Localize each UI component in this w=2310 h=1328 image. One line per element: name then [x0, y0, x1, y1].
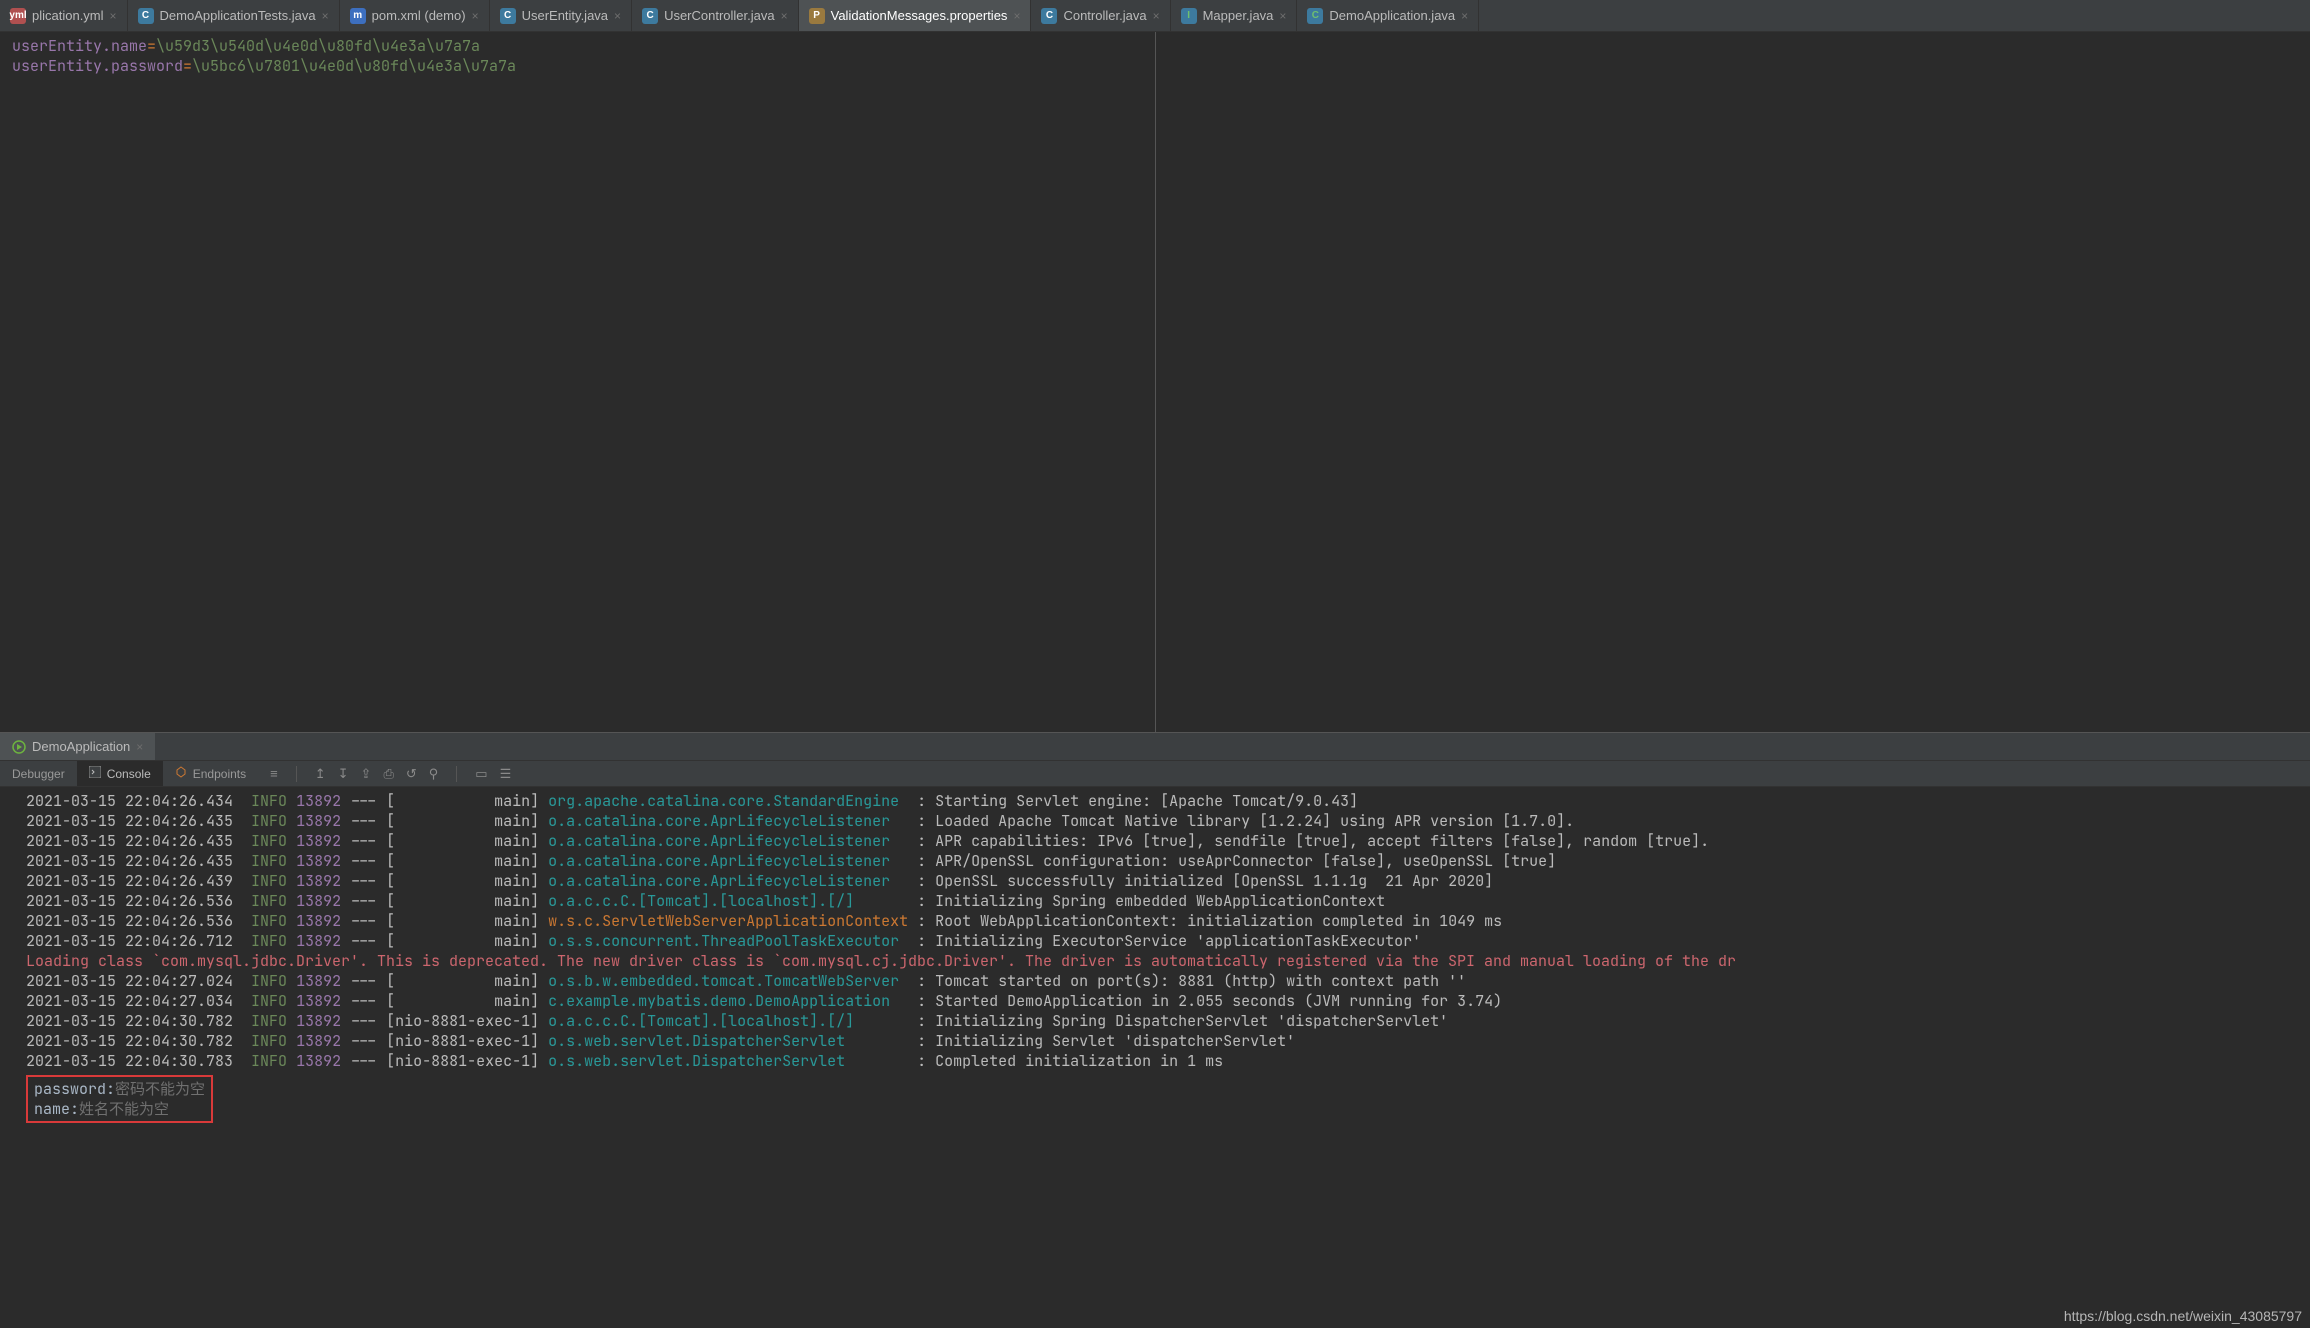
debugger-label: Debugger: [12, 767, 65, 781]
log-output[interactable]: 2021-03-15 22:04:26.434 INFO 13892 --- […: [0, 787, 2310, 1328]
log-line: 2021-03-15 22:04:26.435 INFO 13892 --- […: [26, 831, 2306, 851]
log-warning-line: Loading class `com.mysql.jdbc.Driver'. T…: [26, 951, 2306, 971]
watermark-text: https://blog.csdn.net/weixin_43085797: [2064, 1308, 2302, 1324]
file-type-icon: yml: [10, 8, 26, 24]
run-config-tabs: DemoApplication ×: [0, 733, 2310, 761]
log-line: 2021-03-15 22:04:30.783 INFO 13892 --- […: [26, 1051, 2306, 1071]
log-line: 2021-03-15 22:04:26.435 INFO 13892 --- […: [26, 851, 2306, 871]
endpoints-icon: [175, 766, 187, 781]
close-icon[interactable]: ×: [1279, 9, 1286, 23]
validation-output-box: password:密码不能为空name:姓名不能为空: [26, 1075, 213, 1123]
console-tool-tabs: Debugger Console Endpoints ≡ ↥ ↧ ⇪ ⎙ ↺ ⚲…: [0, 761, 2310, 787]
export-icon[interactable]: ⇪: [361, 766, 372, 782]
run-tab-demoapplication[interactable]: DemoApplication ×: [0, 733, 155, 760]
debugger-tab[interactable]: Debugger: [0, 761, 77, 786]
console-label: Console: [107, 767, 151, 781]
scroll-icon[interactable]: ↺: [406, 766, 417, 782]
equals-sign: =: [183, 56, 192, 76]
prop-key: userEntity.password: [12, 56, 183, 76]
tab-label: Controller.java: [1063, 8, 1146, 23]
close-icon[interactable]: ×: [1461, 9, 1468, 23]
file-tab[interactable]: yml plication.yml ×: [0, 0, 128, 31]
file-tab[interactable]: C DemoApplication.java ×: [1297, 0, 1479, 31]
filter-icon[interactable]: ⚲: [429, 766, 439, 782]
endpoints-tab[interactable]: Endpoints: [163, 761, 258, 786]
log-line: 2021-03-15 22:04:26.439 INFO 13892 --- […: [26, 871, 2306, 891]
close-icon[interactable]: ×: [110, 9, 117, 23]
close-icon[interactable]: ×: [614, 9, 621, 23]
console-panel: DemoApplication × Debugger Console Endpo…: [0, 732, 2310, 1328]
divider: [296, 766, 297, 782]
equals-sign: =: [147, 36, 156, 56]
file-tab[interactable]: I Mapper.java ×: [1171, 0, 1298, 31]
tab-label: DemoApplication.java: [1329, 8, 1455, 23]
tab-label: plication.yml: [32, 8, 104, 23]
log-line: 2021-03-15 22:04:27.034 INFO 13892 --- […: [26, 991, 2306, 1011]
file-tab[interactable]: P ValidationMessages.properties ×: [799, 0, 1032, 31]
layout-icon[interactable]: ▭: [475, 766, 487, 782]
file-type-icon: I: [1181, 8, 1197, 24]
log-line: 2021-03-15 22:04:26.434 INFO 13892 --- […: [26, 791, 2306, 811]
editor-pane-left[interactable]: userEntity.name=\u59d3\u540d\u4e0d\u80fd…: [0, 32, 1156, 732]
close-icon[interactable]: ×: [322, 9, 329, 23]
file-tab[interactable]: C Controller.java ×: [1031, 0, 1170, 31]
console-icon: [89, 766, 101, 781]
up-icon[interactable]: ↥: [315, 766, 326, 782]
log-line: 2021-03-15 22:04:26.536 INFO 13892 --- […: [26, 911, 2306, 931]
close-icon[interactable]: ×: [472, 9, 479, 23]
file-type-icon: C: [1307, 8, 1323, 24]
prop-value: \u5bc6\u7801\u4e0d\u80fd\u4e3a\u7a7a: [192, 56, 516, 76]
close-icon[interactable]: ×: [1013, 9, 1020, 23]
divider: [456, 766, 457, 782]
file-type-icon: C: [500, 8, 516, 24]
console-toolbar: ≡ ↥ ↧ ⇪ ⎙ ↺ ⚲ ▭ ☰: [258, 766, 523, 782]
log-line: 2021-03-15 22:04:26.712 INFO 13892 --- […: [26, 931, 2306, 951]
tab-label: UserController.java: [664, 8, 775, 23]
file-type-icon: C: [1041, 8, 1057, 24]
file-tab[interactable]: C UserController.java ×: [632, 0, 799, 31]
file-type-icon: C: [138, 8, 154, 24]
tab-label: ValidationMessages.properties: [831, 8, 1008, 23]
file-type-icon: P: [809, 8, 825, 24]
tab-label: pom.xml (demo): [372, 8, 466, 23]
log-line: 2021-03-15 22:04:30.782 INFO 13892 --- […: [26, 1011, 2306, 1031]
property-line-2: userEntity.password=\u5bc6\u7801\u4e0d\u…: [12, 56, 1143, 76]
tab-label: Mapper.java: [1203, 8, 1274, 23]
tab-label: UserEntity.java: [522, 8, 608, 23]
settings-icon[interactable]: ☰: [500, 766, 512, 782]
log-line: 2021-03-15 22:04:26.536 INFO 13892 --- […: [26, 891, 2306, 911]
console-tab[interactable]: Console: [77, 761, 163, 786]
log-line: 2021-03-15 22:04:26.435 INFO 13892 --- […: [26, 811, 2306, 831]
print-icon[interactable]: ⎙: [383, 766, 393, 782]
log-line: 2021-03-15 22:04:30.782 INFO 13892 --- […: [26, 1031, 2306, 1051]
close-icon[interactable]: ×: [136, 740, 143, 754]
editor-tabs-bar: yml plication.yml × C DemoApplicationTests.j…: [0, 0, 2310, 32]
down-icon[interactable]: ↧: [338, 766, 349, 782]
property-line-1: userEntity.name=\u59d3\u540d\u4e0d\u80fd…: [12, 36, 1143, 56]
file-type-icon: C: [642, 8, 658, 24]
close-icon[interactable]: ×: [1153, 9, 1160, 23]
run-tab-label: DemoApplication: [32, 739, 130, 754]
tab-label: DemoApplicationTests.java: [160, 8, 316, 23]
prop-key: userEntity.name: [12, 36, 147, 56]
toggle-soft-wrap-icon[interactable]: ≡: [270, 766, 278, 782]
endpoints-label: Endpoints: [193, 767, 246, 781]
editor-pane-right[interactable]: [1156, 32, 2310, 732]
log-line: 2021-03-15 22:04:27.024 INFO 13892 --- […: [26, 971, 2306, 991]
file-tab[interactable]: m pom.xml (demo) ×: [340, 0, 490, 31]
spring-run-icon: [12, 740, 26, 754]
editor-split: userEntity.name=\u59d3\u540d\u4e0d\u80fd…: [0, 32, 2310, 732]
file-tab[interactable]: C DemoApplicationTests.java ×: [128, 0, 340, 31]
file-type-icon: m: [350, 8, 366, 24]
file-tab[interactable]: C UserEntity.java ×: [490, 0, 632, 31]
prop-value: \u59d3\u540d\u4e0d\u80fd\u4e3a\u7a7a: [156, 36, 480, 56]
close-icon[interactable]: ×: [781, 9, 788, 23]
